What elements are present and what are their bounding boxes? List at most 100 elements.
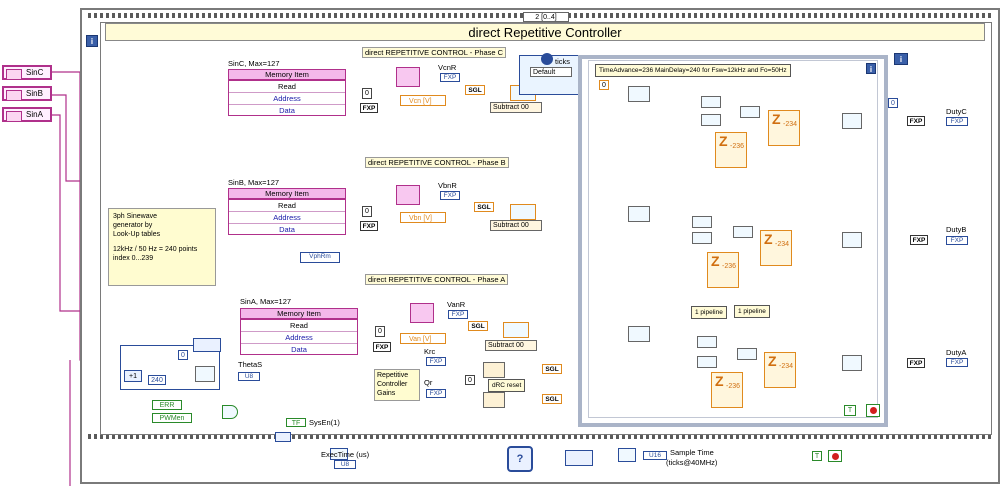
phase-c-ref-ind: FXP xyxy=(440,73,460,82)
phase-b-fxp: FXP xyxy=(360,221,378,231)
seq-true-const[interactable]: T xyxy=(812,451,822,461)
loop-true-const[interactable]: T xyxy=(844,405,856,416)
theta-zero[interactable]: 0 xyxy=(178,350,188,360)
phase-c-sgl: SGL xyxy=(465,85,485,95)
duty-b-select[interactable] xyxy=(842,232,862,248)
ticks-icon[interactable] xyxy=(541,53,553,65)
sctl-mul-b2[interactable] xyxy=(692,232,712,244)
z-delay-a2[interactable]: Z -234 xyxy=(764,352,796,388)
sample-subtract[interactable] xyxy=(618,448,636,462)
input-sinb[interactable]: SinB xyxy=(2,86,52,101)
phase-b-select[interactable] xyxy=(628,206,650,222)
phase-b-sub-select[interactable]: Subtract 00 xyxy=(490,220,542,231)
memory-item-b[interactable]: Read Address Data xyxy=(228,199,346,235)
phase-a-meas[interactable]: Van [V] xyxy=(400,333,446,344)
input-sinc-label: SinC xyxy=(26,68,44,77)
info-icon[interactable]: i xyxy=(86,35,98,47)
theta-compare[interactable] xyxy=(195,366,215,382)
krc-control[interactable]: FXP xyxy=(426,357,446,366)
timed-loop-inner xyxy=(588,60,878,418)
sctl-mul-a2[interactable] xyxy=(697,356,717,368)
input-sina-label: SinA xyxy=(26,110,43,119)
z-delay-a1[interactable]: Z -236 xyxy=(711,372,743,408)
memory-item-a[interactable]: Read Address Data xyxy=(240,319,358,355)
sequence-selector[interactable]: 2 [0..4] xyxy=(523,12,569,22)
phase-c-meas[interactable]: Vcn [V] xyxy=(400,95,446,106)
phase-c-label: direct REPETITIVE CONTROL - Phase C xyxy=(362,47,507,58)
qr-control[interactable]: FXP xyxy=(426,389,446,398)
memory-b-title[interactable]: Memory Item xyxy=(228,188,346,199)
phase-a-zero[interactable]: 0 xyxy=(375,326,385,337)
sctl-mul-a1[interactable] xyxy=(697,336,717,348)
phase-b-ref-label: VbnR xyxy=(438,181,457,190)
phase-b-ref-ind: FXP xyxy=(440,191,460,200)
sctl-mul-c2[interactable] xyxy=(701,114,721,126)
qr-sgl: SGL xyxy=(542,394,562,404)
phase-b-zero[interactable]: 0 xyxy=(362,206,372,217)
loop-zero[interactable]: 0 xyxy=(599,80,609,90)
phase-a-ref-label: VanR xyxy=(447,300,466,309)
phase-a-sub-select[interactable]: Subtract 00 xyxy=(485,340,537,351)
sctl-add-b[interactable] xyxy=(733,226,753,238)
loop-info-icon[interactable]: i xyxy=(866,63,876,74)
pipeline-label-1: 1 pipeline xyxy=(691,306,727,319)
phase-a-sgl: SGL xyxy=(468,321,488,331)
z-delay-c1[interactable]: Z -236 xyxy=(715,132,747,168)
vphrm-control[interactable]: VphRm xyxy=(300,252,340,263)
phase-c-select[interactable] xyxy=(628,86,650,102)
qr-label: Qr xyxy=(424,378,433,387)
phase-b-subtract[interactable] xyxy=(510,204,536,220)
increment-node[interactable]: +1 xyxy=(124,370,142,382)
duty-c-select[interactable] xyxy=(842,113,862,129)
pwmen-control[interactable]: PWMen xyxy=(152,413,192,423)
phase-c-zero[interactable]: 0 xyxy=(362,88,372,99)
memory-b-caption: SinB, Max=127 xyxy=(228,178,280,187)
memory-c-title[interactable]: Memory Item xyxy=(228,69,346,80)
tick-count-node[interactable] xyxy=(275,432,291,442)
memory-a-read: Read xyxy=(241,320,357,332)
sample-indicator: U16 xyxy=(643,451,667,460)
theta-max-const[interactable]: 240 xyxy=(148,375,166,385)
qr-select[interactable] xyxy=(483,392,505,408)
duty-a-select[interactable] xyxy=(842,355,862,371)
z-delay-c2[interactable]: Z -234 xyxy=(768,110,800,146)
input-sinc[interactable]: SinC xyxy=(2,65,52,80)
memory-c-address: Address xyxy=(229,93,345,105)
phase-a-multiply[interactable] xyxy=(410,303,434,323)
and-gate[interactable] xyxy=(222,405,238,419)
duty-b-fxp: FXP xyxy=(910,235,928,245)
phase-b-multiply[interactable] xyxy=(396,185,420,205)
sctl-add-a[interactable] xyxy=(737,348,757,360)
phase-b-meas[interactable]: Vbn [V] xyxy=(400,212,446,223)
input-sina[interactable]: SinA xyxy=(2,107,52,122)
seq-stop-terminal[interactable] xyxy=(828,450,842,462)
ticks-case-selector[interactable]: Default xyxy=(530,67,572,77)
pipeline-label-2: 1 pipeline xyxy=(734,305,770,318)
output-zero[interactable]: 0 xyxy=(888,98,898,108)
diagram-title: direct Repetitive Controller xyxy=(105,23,985,41)
tick-count-node-2[interactable] xyxy=(565,450,593,466)
timing-vi-icon[interactable]: ? xyxy=(507,446,533,472)
sctl-mul-b1[interactable] xyxy=(692,216,712,228)
gain-zero[interactable]: 0 xyxy=(465,375,475,385)
duty-a-label: DutyA xyxy=(946,348,967,357)
duty-b-label: DutyB xyxy=(946,225,967,234)
memory-item-c[interactable]: Read Address Data xyxy=(228,80,346,116)
feedback-node[interactable] xyxy=(193,338,221,352)
sctl-add-c[interactable] xyxy=(740,106,760,118)
sctl-mul-c1[interactable] xyxy=(701,96,721,108)
phase-a-subtract[interactable] xyxy=(503,322,529,338)
output-info-icon[interactable]: i xyxy=(894,53,908,65)
phase-c-sub-select[interactable]: Subtract 00 xyxy=(490,102,542,113)
z-delay-b1[interactable]: Z -236 xyxy=(707,252,739,288)
loop-stop-terminal[interactable] xyxy=(866,404,880,417)
krc-select[interactable] xyxy=(483,362,505,378)
memory-a-title[interactable]: Memory Item xyxy=(240,308,358,319)
phase-a-fxp: FXP xyxy=(373,342,391,352)
phase-c-multiply[interactable] xyxy=(396,67,420,87)
phase-a-ref-ind: FXP xyxy=(448,310,468,319)
err-control[interactable]: ERR xyxy=(152,400,182,410)
z-delay-b2[interactable]: Z -234 xyxy=(760,230,792,266)
phase-a-select[interactable] xyxy=(628,326,650,342)
phase-c-ref-label: VcnR xyxy=(438,63,457,72)
